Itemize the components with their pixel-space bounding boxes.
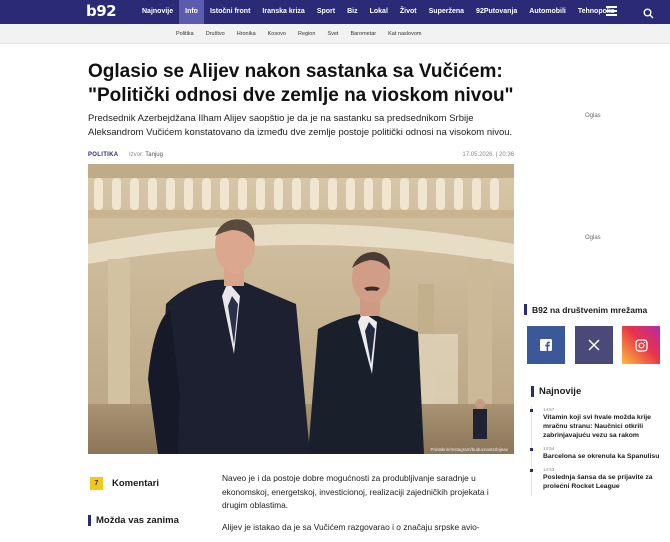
x-icon [588, 339, 600, 351]
ad-label: Oglas [585, 235, 601, 241]
news-title[interactable]: Poslednja šansa da se prijavite za prole… [543, 473, 667, 491]
section-accent-bar [531, 386, 534, 397]
subnav-politika[interactable]: Politika [170, 31, 200, 37]
hamburger-menu-icon[interactable] [606, 6, 617, 17]
nav-zivot[interactable]: Život [394, 0, 423, 24]
related-section-header: Možda vas zanima [88, 515, 179, 526]
social-section-title: B92 na društvenim mrežama [532, 304, 648, 315]
search-icon[interactable] [643, 6, 654, 19]
comments-label: Komentari [112, 478, 159, 489]
timeline-dot [530, 409, 533, 412]
source-line: Izvor: Tanjug [129, 152, 163, 158]
news-time: 14:54 [543, 446, 555, 451]
main-nav: Najnovije Info Istočni front Iranska kri… [136, 0, 621, 24]
publish-date: 17.05.2026. | 20:36 [462, 152, 514, 158]
timeline-dot [530, 448, 533, 451]
article-meta: POLITIKA Izvor: Tanjug 17.05.2026. | 20:… [88, 150, 514, 162]
latest-section-header: Najnovije [531, 386, 581, 397]
timeline-dot [530, 469, 533, 472]
latest-news-item[interactable]: 14:54 Barcelona se okrenula ka Spanulisu [530, 445, 667, 461]
news-title[interactable]: Barcelona se okrenula ka Spanulisu [543, 452, 667, 461]
nav-najnovije[interactable]: Najnovije [136, 0, 179, 24]
article-paragraph: Naveo je i da postoje dobre mogućnosti z… [222, 473, 489, 510]
news-time: 14:57 [543, 407, 555, 412]
subnav-drustvo[interactable]: Društvo [200, 31, 231, 37]
article-hero-image: Printskrin/Instagram/buducnostsrbijeav [88, 164, 514, 454]
secondary-nav-bar: Politika Društvo Hronika Kosovo Region S… [0, 24, 670, 44]
social-section-header: B92 na društvenim mrežama [524, 304, 647, 315]
instagram-icon [634, 338, 648, 352]
source-name: Tanjug [145, 152, 163, 158]
latest-news-item[interactable]: 14:53 Poslednja šansa da se prijavite za… [530, 466, 667, 491]
news-title[interactable]: Vitamin koji svi hvale možda krije mračn… [543, 413, 667, 440]
image-credit: Printskrin/Instagram/buducnostsrbijeav [430, 447, 508, 452]
nav-lokal[interactable]: Lokal [364, 0, 394, 24]
nav-sport[interactable]: Sport [311, 0, 341, 24]
latest-news-item[interactable]: 14:57 Vitamin koji svi hvale možda krije… [530, 406, 667, 440]
nav-superzena[interactable]: Superžena [423, 0, 470, 24]
latest-section-title: Najnovije [539, 386, 582, 397]
article-body: Naveo je i da postoje dobre mogućnosti z… [222, 472, 512, 542]
subnav-hronika[interactable]: Hronika [231, 31, 262, 37]
nav-iranska-kriza[interactable]: Iranska kriza [256, 0, 310, 24]
source-label: Izvor: [129, 152, 144, 158]
latest-news-list: 14:57 Vitamin koji svi hvale možda krije… [530, 406, 667, 496]
facebook-button[interactable] [527, 326, 565, 364]
subnav-kosovo[interactable]: Kosovo [262, 31, 292, 37]
section-accent-bar [88, 515, 91, 526]
nav-automobili[interactable]: Automobili [523, 0, 572, 24]
instagram-button[interactable] [622, 326, 660, 364]
nav-92putovanja[interactable]: 92Putovanja [470, 0, 523, 24]
nav-istocni-front[interactable]: Istočni front [204, 0, 256, 24]
b92-logo[interactable]: b92 [86, 2, 117, 20]
news-time: 14:53 [543, 467, 555, 472]
subnav-barometar[interactable]: Barometar [344, 31, 382, 37]
article-headline: Oglasio se Alijev nakon sastanka sa Vuči… [88, 61, 514, 106]
section-accent-bar [524, 304, 527, 315]
category-link[interactable]: POLITIKA [88, 152, 118, 158]
comments-count-badge: 7 [90, 477, 103, 490]
subnav-kat-naslovom[interactable]: Kat naslovom [382, 31, 427, 37]
article-lead: Predsednik Azerbejdžana Ilham Alijev sao… [88, 113, 513, 138]
article-paragraph: Alijev je istakao da je sa Vučićem razgo… [222, 521, 480, 532]
subnav-region[interactable]: Region [292, 31, 321, 37]
ad-label: Oglas [585, 113, 601, 119]
related-section-title: Možda vas zanima [96, 515, 179, 526]
nav-biz[interactable]: Biz [341, 0, 364, 24]
comments-link[interactable]: 7 Komentari [90, 477, 159, 490]
secondary-nav: Politika Društvo Hronika Kosovo Region S… [170, 24, 427, 44]
nav-info[interactable]: Info [179, 0, 204, 24]
subnav-svet[interactable]: Svet [321, 31, 344, 37]
x-twitter-button[interactable] [575, 326, 613, 364]
top-navigation-bar: b92 Najnovije Info Istočni front Iranska… [0, 0, 670, 24]
facebook-icon [540, 339, 552, 351]
